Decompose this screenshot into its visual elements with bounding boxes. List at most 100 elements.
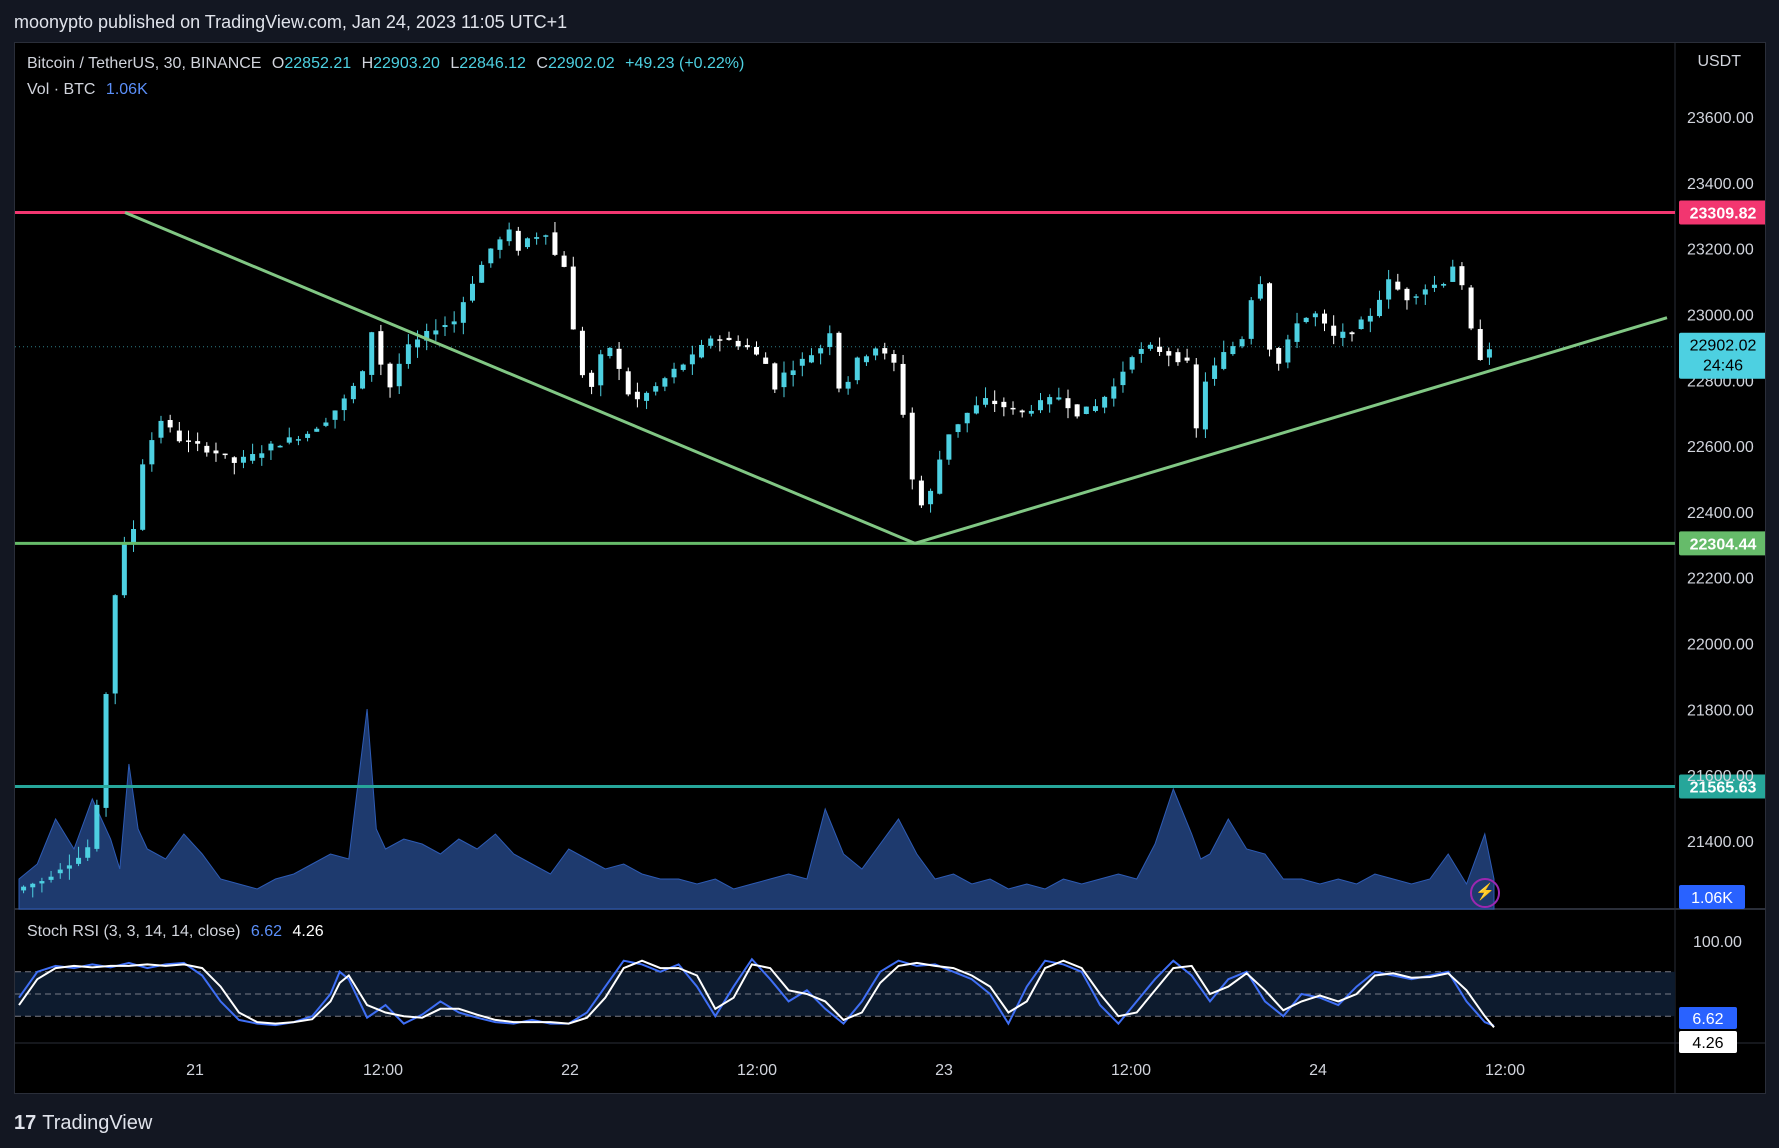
change-value: +49.23 (+0.22%)	[625, 55, 745, 72]
brand-name[interactable]: TradingView	[42, 1112, 152, 1135]
x-tick-label: 12:00	[737, 1062, 777, 1079]
candle-body	[85, 847, 91, 858]
candle-body	[937, 459, 943, 494]
y-tick-label: 21800.00	[1687, 702, 1754, 719]
candle-body	[909, 412, 915, 480]
candle-body	[570, 266, 576, 330]
stoch-d-badge-label: 4.26	[1692, 1035, 1723, 1052]
volume-area	[18, 708, 1495, 910]
candle-body	[66, 865, 72, 869]
candle-body	[195, 441, 201, 444]
candle-body	[524, 238, 530, 248]
y-tick-label: 22600.00	[1687, 439, 1754, 456]
candle-body	[405, 344, 411, 364]
candle-body	[836, 332, 842, 389]
candle-body	[1276, 348, 1282, 364]
candle-body	[699, 344, 705, 358]
candle-body	[204, 445, 210, 453]
y-tick-label: 23600.00	[1687, 110, 1754, 127]
high-value: 22903.20	[373, 55, 440, 72]
stoch-label[interactable]: Stoch RSI (3, 3, 14, 14, close)	[27, 923, 240, 940]
candle-body	[1111, 386, 1117, 399]
candle-body	[305, 433, 311, 438]
current-price-value: 22902.02	[1690, 338, 1757, 355]
candle-body	[1257, 284, 1263, 299]
candle-body	[415, 339, 421, 348]
candle-body	[763, 357, 769, 364]
candle-body	[442, 325, 448, 328]
candle-body	[1349, 332, 1355, 335]
open-label: O	[271, 55, 285, 72]
candle-body	[1175, 352, 1181, 363]
candle-body	[231, 457, 237, 463]
high-label: H	[361, 55, 374, 72]
x-tick-label: 23	[935, 1062, 953, 1079]
level-label-0: 23309.82	[1690, 205, 1757, 222]
candle-body	[1038, 400, 1044, 411]
candle-body	[1422, 289, 1428, 295]
x-tick-label: 24	[1309, 1062, 1327, 1079]
candle-body	[21, 886, 27, 891]
volume-value: 1.06K	[105, 81, 148, 98]
trendline-1	[914, 316, 1668, 545]
stoch-k-value: 6.62	[250, 923, 283, 940]
stoch-tick-label: 100.00	[1693, 934, 1742, 951]
volume-badge-label: 1.06K	[1691, 890, 1733, 907]
volume-legend: Vol · BTC 1.06K	[27, 81, 154, 99]
y-tick-label: 23200.00	[1687, 242, 1754, 259]
candle-body	[1459, 266, 1465, 286]
candle-body	[213, 450, 219, 454]
candle-body	[30, 883, 36, 888]
candle-body	[167, 420, 173, 428]
candle-body	[579, 330, 585, 376]
candle-body	[708, 338, 714, 346]
candle-body	[451, 321, 457, 325]
candle-body	[735, 340, 741, 347]
candle-body	[222, 453, 228, 456]
lightning-icon[interactable]: ⚡	[1470, 878, 1500, 908]
x-tick-label: 12:00	[1485, 1062, 1525, 1079]
candle-body	[479, 264, 485, 283]
candle-body	[882, 348, 888, 354]
symbol-label[interactable]: Bitcoin / TetherUS, 30, BINANCE	[27, 55, 261, 72]
open-value: 22852.21	[284, 55, 352, 72]
x-tick-label: 12:00	[363, 1062, 403, 1079]
y-tick-label: 21600.00	[1687, 768, 1754, 785]
low-value: 22846.12	[459, 55, 526, 72]
candle-body	[1157, 346, 1163, 352]
candle-body	[1331, 325, 1337, 336]
candle-body	[1138, 348, 1144, 354]
candle-body	[1028, 410, 1034, 414]
y-tick-label: 22000.00	[1687, 637, 1754, 654]
stoch-legend: Stoch RSI (3, 3, 14, 14, close) 6.62 4.2…	[27, 923, 330, 941]
candle-body	[845, 381, 851, 389]
candle-body	[176, 430, 182, 442]
candle-body	[360, 371, 366, 389]
volume-label[interactable]: Vol · BTC	[27, 81, 95, 98]
candle-body	[1166, 351, 1172, 356]
candle-body	[680, 364, 686, 370]
candle-body	[1413, 296, 1419, 298]
candle-body	[240, 456, 246, 463]
candle-body	[607, 347, 613, 357]
candle-body	[1239, 339, 1245, 347]
currency-label[interactable]: USDT	[1697, 53, 1741, 71]
chart-frame[interactable]: 23309.82 22304.44 21565.63 23600.00 23400.00…	[14, 42, 1766, 1094]
x-tick-label: 12:00	[1111, 1062, 1151, 1079]
candle-body	[918, 480, 924, 506]
candle-body	[1221, 352, 1227, 369]
candle-body	[1083, 406, 1089, 414]
candle-body	[286, 437, 292, 443]
candle-body	[469, 283, 475, 301]
candle-body	[799, 358, 805, 366]
candle-body	[497, 239, 503, 250]
candle-body	[332, 410, 338, 420]
candle-body	[1129, 357, 1135, 370]
candle-body	[653, 386, 659, 392]
candle-body	[506, 229, 512, 242]
tradingview-logo-icon[interactable]: 17	[14, 1112, 36, 1135]
candle-body	[854, 357, 860, 381]
candle-body	[754, 347, 759, 355]
close-label: C	[536, 55, 548, 72]
candle-body	[827, 333, 833, 347]
